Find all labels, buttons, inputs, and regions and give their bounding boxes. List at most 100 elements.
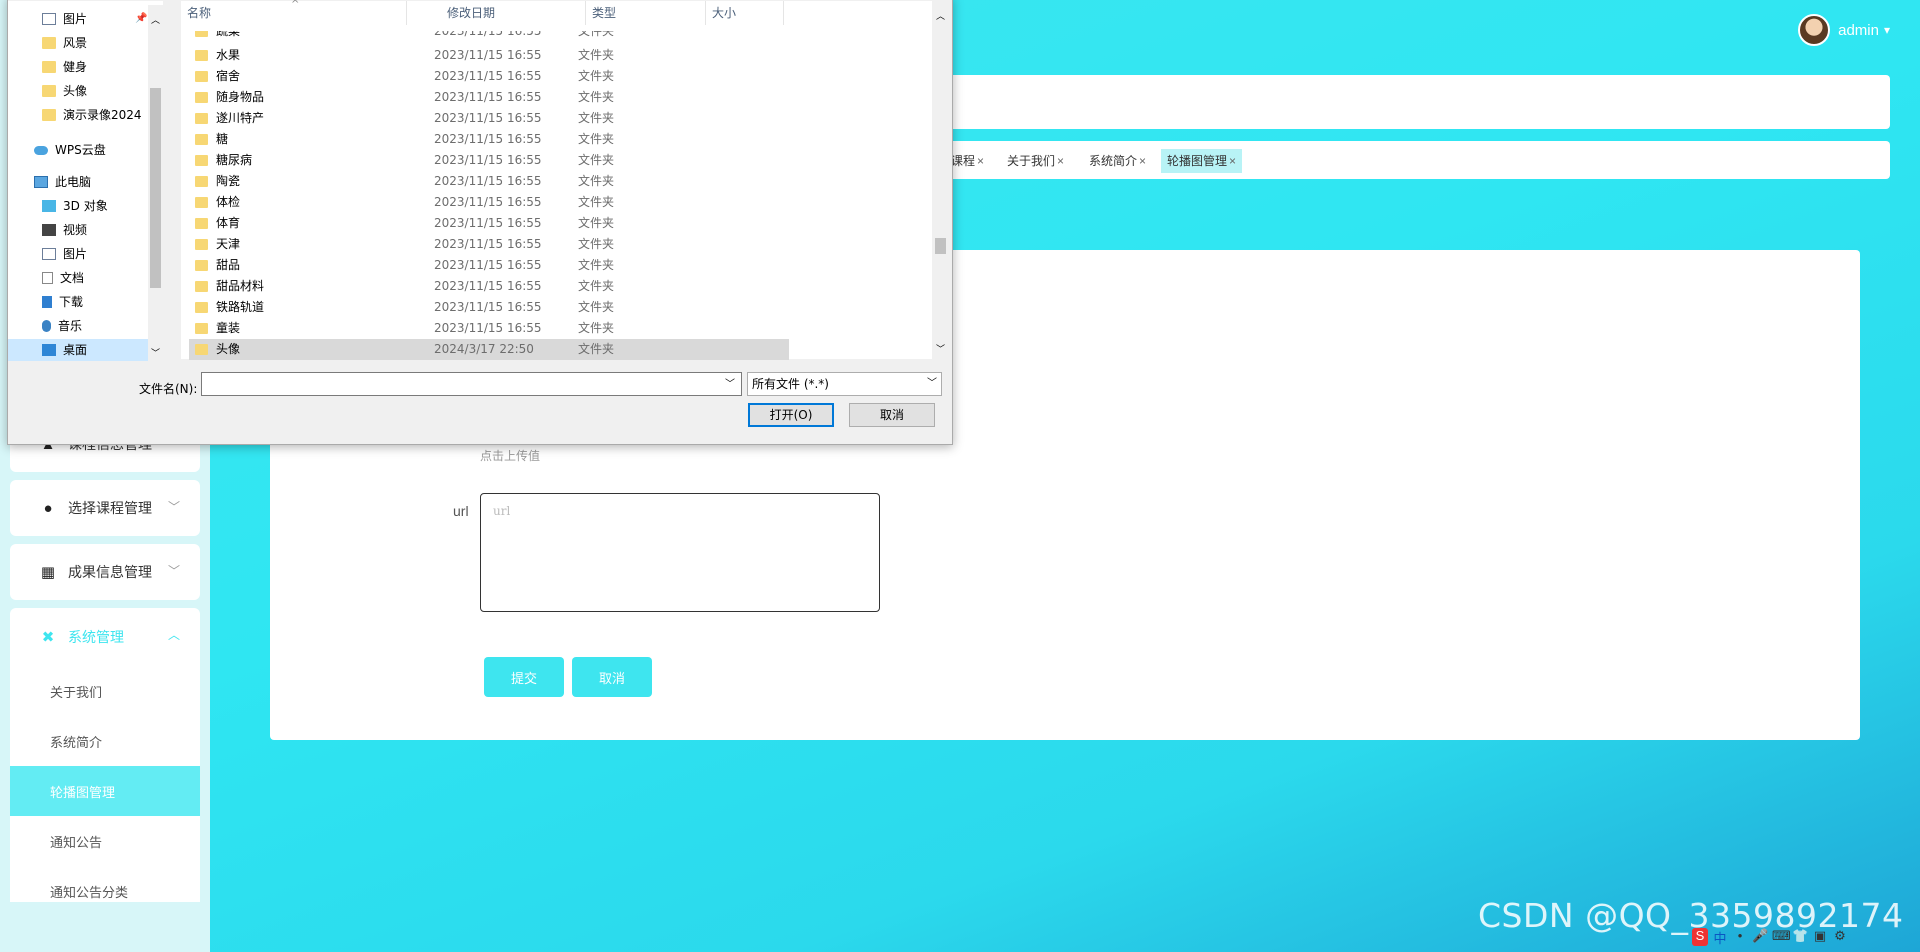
scroll-up-icon[interactable]: ︿ xyxy=(151,13,160,26)
navigation-pane: 图片 📌 风景 健身 头像 演示录像2024 WPS云盘 此电脑 3D 对象 视频… xyxy=(8,1,163,363)
upload-hint[interactable]: 点击上传值 xyxy=(480,447,540,464)
file-date: 2023/11/15 16:55 xyxy=(434,300,542,314)
folder-icon xyxy=(195,344,208,355)
folder-icon xyxy=(195,323,208,334)
menu-achievement[interactable]: ▦ 成果信息管理 ﹀ xyxy=(10,544,200,600)
tab-about[interactable]: 关于我们 × xyxy=(1001,149,1070,173)
submit-button[interactable]: 提交 xyxy=(484,657,564,697)
close-icon[interactable]: × xyxy=(1139,154,1146,168)
tab-intro[interactable]: 系统简介 × xyxy=(1083,149,1152,173)
list-item[interactable]: 糖尿病 2023/11/15 16:55 文件夹 xyxy=(189,150,789,171)
avatar xyxy=(1798,14,1831,46)
tab-label: 轮播图管理 xyxy=(1167,154,1228,168)
nav-scrollbar[interactable]: ︿ ﹀ xyxy=(148,5,163,363)
ime-icon[interactable]: 中 xyxy=(1712,928,1728,946)
url-textarea[interactable]: url xyxy=(480,493,880,612)
nav-item-folder[interactable]: 健身 xyxy=(42,56,87,78)
nav-scroll-thumb[interactable] xyxy=(150,88,161,288)
nav-item-folder[interactable]: 风景 xyxy=(42,32,87,54)
column-label: 名称 xyxy=(187,6,212,20)
nav-item-videos[interactable]: 视频 xyxy=(42,219,87,241)
scroll-down-icon[interactable]: ﹀ xyxy=(151,346,160,359)
folder-icon xyxy=(195,50,208,61)
close-icon[interactable]: × xyxy=(1057,154,1064,168)
list-item[interactable]: 体检 2023/11/15 16:55 文件夹 xyxy=(189,192,789,213)
user-menu[interactable]: admin ▾ xyxy=(1798,14,1890,46)
list-item[interactable]: 甜品材料 2023/11/15 16:55 文件夹 xyxy=(189,276,789,297)
nav-label: WPS云盘 xyxy=(55,143,106,157)
desktop-icon xyxy=(42,344,56,356)
list-item[interactable]: 体育 2023/11/15 16:55 文件夹 xyxy=(189,213,789,234)
sidebar-item-notice-category[interactable]: 通知公告分类 xyxy=(10,866,200,916)
list-scroll-thumb[interactable] xyxy=(935,238,946,254)
settings-icon[interactable]: ⚙ xyxy=(1832,928,1848,946)
open-button[interactable]: 打开(O) xyxy=(748,403,834,427)
toolbox-icon[interactable]: ▣ xyxy=(1812,928,1828,946)
list-item[interactable]: 随身物品 2023/11/15 16:55 文件夹 xyxy=(189,87,789,108)
list-item[interactable]: 甜品 2023/11/15 16:55 文件夹 xyxy=(189,255,789,276)
list-item[interactable]: 宿舍 2023/11/15 16:55 文件夹 xyxy=(189,66,789,87)
keyboard-icon[interactable]: ⌨ xyxy=(1772,928,1791,946)
list-scrollbar[interactable]: ︿ ﹀ xyxy=(932,1,949,359)
sidebar-item-carousel[interactable]: 轮播图管理 xyxy=(10,766,200,816)
scroll-down-icon[interactable]: ﹀ xyxy=(936,342,945,355)
file-type-select[interactable]: 所有文件 (*.*) ﹀ xyxy=(747,372,942,396)
sogou-icon[interactable]: S xyxy=(1692,928,1708,946)
close-icon[interactable]: × xyxy=(1229,154,1236,168)
list-item[interactable]: 童装 2023/11/15 16:55 文件夹 xyxy=(189,318,789,339)
punctuation-icon[interactable]: • xyxy=(1732,928,1748,946)
file-name: 童装 xyxy=(216,321,241,335)
column-name[interactable]: 名称 ^ xyxy=(181,0,407,25)
nav-item-3d[interactable]: 3D 对象 xyxy=(42,195,108,217)
nav-item-downloads[interactable]: 下载 xyxy=(42,291,83,313)
bulb-icon: ● xyxy=(43,499,53,517)
list-item[interactable]: 陶瓷 2023/11/15 16:55 文件夹 xyxy=(189,171,789,192)
file-date: 2023/11/15 16:55 xyxy=(434,195,542,209)
file-name: 铁路轨道 xyxy=(216,300,265,314)
filename-input[interactable] xyxy=(201,372,742,396)
nav-item-pictures-pinned[interactable]: 图片 📌 xyxy=(42,8,147,30)
list-item[interactable]: 糖 2023/11/15 16:55 文件夹 xyxy=(189,129,789,150)
scroll-up-icon[interactable]: ︿ xyxy=(936,9,945,22)
file-date: 2023/11/15 16:55 xyxy=(434,321,542,335)
file-name: 水果 xyxy=(216,48,241,62)
downloads-icon xyxy=(42,296,52,308)
dialog-cancel-button[interactable]: 取消 xyxy=(849,403,935,427)
menu-system[interactable]: ✖ 系统管理 ︿ 关于我们 系统简介 轮播图管理 通知公告 通知公告分类 xyxy=(10,608,200,902)
sidebar-item-notice[interactable]: 通知公告 xyxy=(10,816,200,866)
column-date[interactable]: 修改日期 xyxy=(441,1,586,25)
file-type: 文件夹 xyxy=(578,132,615,146)
nav-item-folder[interactable]: 演示录像2024 xyxy=(42,104,142,126)
file-type: 文件夹 xyxy=(578,90,615,104)
tab-carousel[interactable]: 轮播图管理 × xyxy=(1161,149,1243,173)
nav-item-music[interactable]: 音乐 xyxy=(42,315,82,337)
list-item[interactable]: 天津 2023/11/15 16:55 文件夹 xyxy=(189,234,789,255)
folder-icon xyxy=(195,239,208,250)
column-type[interactable]: 类型 xyxy=(586,1,706,25)
url-label: url xyxy=(453,503,469,519)
nav-item-wps-cloud[interactable]: WPS云盘 xyxy=(34,139,106,161)
column-size[interactable]: 大小 xyxy=(706,1,784,25)
menu-select-course[interactable]: ● 选择课程管理 ﹀ xyxy=(10,480,200,536)
nav-item-documents[interactable]: 文档 xyxy=(42,267,84,289)
nav-item-folder[interactable]: 头像 xyxy=(42,80,87,102)
list-item[interactable]: 蔬菜 2023/11/15 16:55 文件夹 xyxy=(189,31,789,42)
list-item-selected[interactable]: 头像 2024/3/17 22:50 文件夹 xyxy=(189,339,789,360)
sidebar-item-intro[interactable]: 系统简介 xyxy=(10,716,200,766)
mic-icon[interactable]: 🎤 xyxy=(1752,928,1768,946)
nav-item-desktop[interactable]: 桌面 xyxy=(8,339,148,361)
sidebar-item-about[interactable]: 关于我们 xyxy=(10,666,200,716)
close-icon[interactable]: × xyxy=(977,154,984,168)
list-item[interactable]: 铁路轨道 2023/11/15 16:55 文件夹 xyxy=(189,297,789,318)
file-type: 文件夹 xyxy=(578,69,615,83)
nav-item-this-pc[interactable]: 此电脑 xyxy=(34,171,91,193)
file-date: 2023/11/15 16:55 xyxy=(434,237,542,251)
cancel-button[interactable]: 取消 xyxy=(572,657,652,697)
list-item[interactable]: 遂川特产 2023/11/15 16:55 文件夹 xyxy=(189,108,789,129)
list-item[interactable]: 水果 2023/11/15 16:55 文件夹 xyxy=(189,45,789,66)
pin-icon: 📌 xyxy=(135,13,148,24)
skin-icon[interactable]: 👕 xyxy=(1792,928,1808,946)
file-name: 糖 xyxy=(216,132,229,146)
chevron-down-icon[interactable]: ﹀ xyxy=(725,375,735,390)
nav-item-pictures[interactable]: 图片 xyxy=(42,243,87,265)
